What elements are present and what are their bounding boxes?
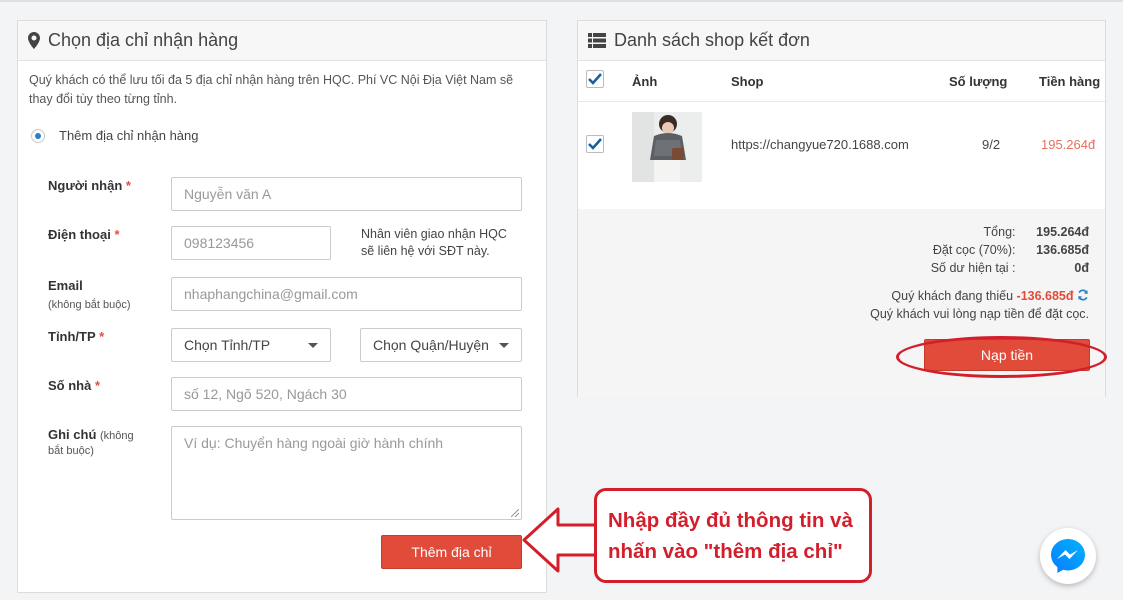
address-panel-header: Chọn địa chỉ nhận hàng: [18, 21, 546, 61]
phone-input[interactable]: 098123456: [171, 226, 331, 260]
pointer-arrow: [522, 507, 598, 573]
select-all-checkbox[interactable]: [586, 70, 604, 88]
shop-amount: 195.264đ: [1041, 137, 1096, 152]
check-icon: [588, 73, 602, 85]
instruction-callout: Nhập đầy đủ thông tin và nhấn vào "thêm …: [594, 488, 872, 583]
phone-hint: Nhân viên giao nhận HQC sẽ liên hệ với S…: [361, 227, 507, 258]
summary-balance: Số dư hiện tại : 0đ: [930, 261, 1089, 275]
summary-deposit: Đặt cọc (70%): 136.685đ: [932, 243, 1089, 257]
note-textarea[interactable]: Ví dụ: Chuyển hàng ngoài giờ hành chính: [171, 426, 522, 520]
map-marker-icon: [28, 32, 40, 49]
instruction-line-2: nhấn vào "thêm địa chỉ": [608, 540, 843, 563]
add-address-label: Thêm địa chỉ nhận hàng: [59, 128, 199, 143]
province-select[interactable]: Chọn Tỉnh/TP: [171, 328, 331, 362]
province-select-value: Chọn Tỉnh/TP: [184, 337, 271, 353]
summary-shortage: Quý khách đang thiếu -136.685đ: [891, 289, 1089, 304]
highlight-oval: [896, 336, 1107, 378]
column-image: Ảnh: [632, 74, 658, 89]
check-icon: [588, 138, 602, 150]
column-shop: Shop: [731, 74, 764, 89]
instruction-line-1: Nhập đầy đủ thông tin và: [608, 509, 853, 532]
messenger-chat-button[interactable]: [1040, 528, 1096, 584]
add-address-radio[interactable]: [31, 128, 45, 143]
note-placeholder: Ví dụ: Chuyển hàng ngoài giờ hành chính: [184, 435, 444, 451]
column-quantity: Số lượng: [949, 74, 1008, 89]
district-select[interactable]: Chọn Quận/Huyện: [360, 328, 522, 362]
email-label: Email (không bắt buộc): [48, 278, 131, 311]
add-address-option[interactable]: Thêm địa chỉ nhận hàng: [31, 128, 198, 143]
shop-panel-header: Danh sách shop kết đơn: [578, 21, 1105, 61]
topup-note: Quý khách vui lòng nạp tiền để đặt cọc.: [870, 307, 1089, 321]
intro-text: Quý khách có thể lưu tối đa 5 địa chỉ nh…: [29, 73, 514, 106]
shortage-amount: -136.685đ: [1016, 289, 1074, 303]
email-input[interactable]: nhaphangchina@gmail.com: [171, 277, 522, 311]
summary-total: Tổng: 195.264đ: [983, 225, 1089, 239]
chevron-down-icon: [499, 342, 509, 348]
resize-handle[interactable]: [511, 509, 519, 517]
product-thumbnail: [632, 112, 702, 182]
shop-panel-title: Danh sách shop kết đơn: [614, 30, 810, 50]
address-panel-title: Chọn địa chỉ nhận hàng: [48, 30, 239, 50]
row-checkbox[interactable]: [586, 135, 604, 153]
refresh-icon[interactable]: [1077, 289, 1089, 304]
messenger-icon: [1051, 539, 1085, 573]
shop-quantity: 9/2: [982, 137, 1001, 152]
address-panel: Chọn địa chỉ nhận hàng Quý khách có thể …: [17, 20, 547, 593]
shop-link[interactable]: https://changyue720.1688.com: [731, 137, 909, 152]
province-label: Tỉnh/TP *: [48, 329, 105, 344]
district-select-value: Chọn Quận/Huyện: [373, 337, 489, 353]
note-label: Ghi chú (không bắt buộc): [48, 427, 134, 457]
chevron-down-icon: [308, 342, 318, 348]
add-address-button[interactable]: Thêm địa chỉ: [381, 535, 522, 569]
recipient-input[interactable]: Nguyễn văn A: [171, 177, 522, 211]
list-icon: [588, 33, 606, 48]
house-label: Số nhà *: [48, 378, 101, 393]
top-border: [0, 0, 1123, 2]
house-input[interactable]: số 12, Ngõ 520, Ngách 30: [171, 377, 522, 411]
recipient-label: Người nhận *: [48, 178, 131, 193]
phone-label: Điện thoại *: [48, 227, 120, 242]
column-amount: Tiền hàng: [1039, 74, 1101, 89]
header-divider: [578, 101, 1105, 102]
